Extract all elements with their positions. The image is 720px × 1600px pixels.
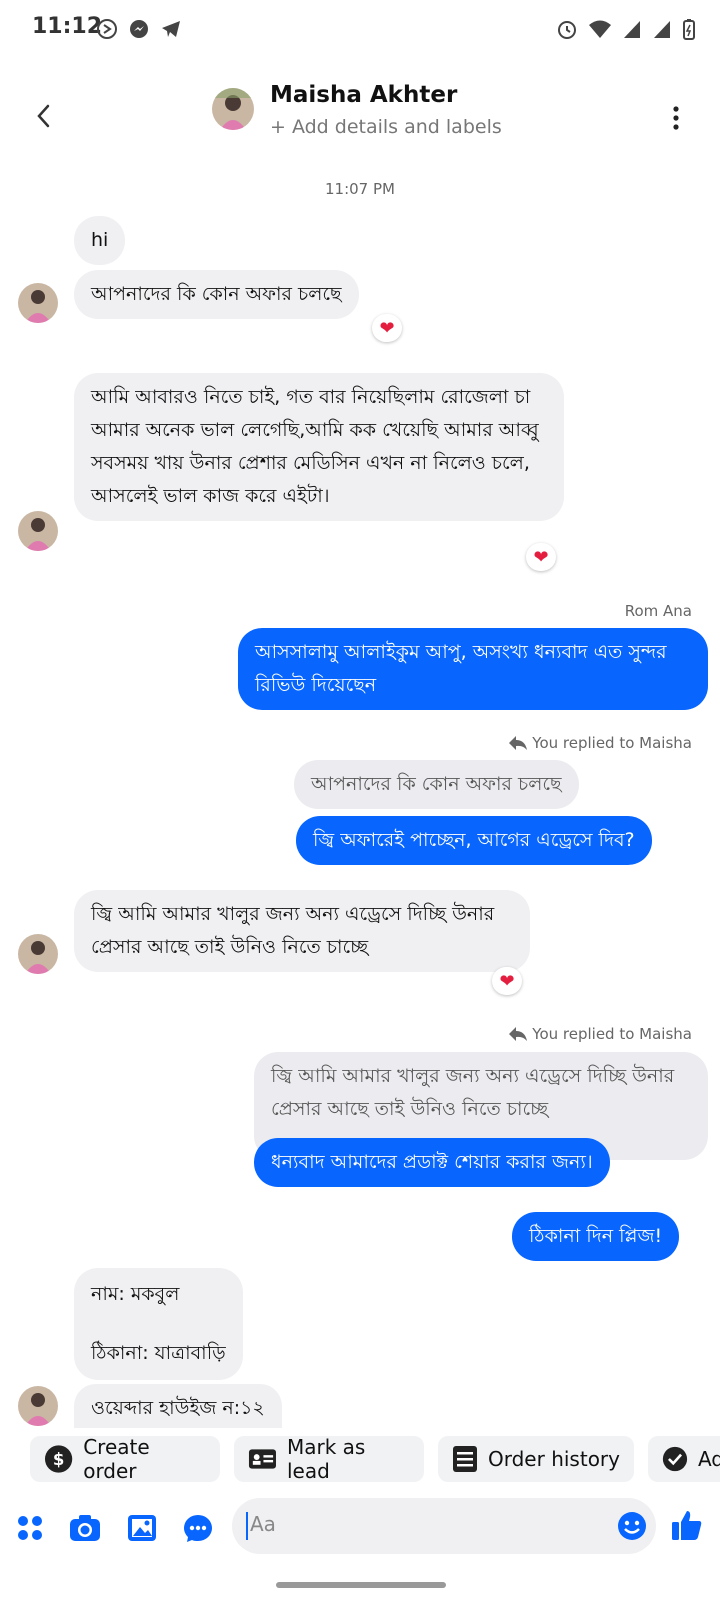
- mark-as-lead-chip[interactable]: Mark as lead: [234, 1435, 424, 1483]
- chevron-left-icon: [37, 104, 50, 128]
- chip-label: Create order: [83, 1435, 150, 1483]
- sync-icon: [97, 19, 117, 39]
- battery-icon: [683, 19, 695, 40]
- message-bubble-outgoing[interactable]: ঠিকানা দিন প্লিজ!: [512, 1212, 680, 1261]
- contact-avatar[interactable]: [212, 88, 254, 130]
- chip-label: Order history: [488, 1447, 620, 1471]
- chat-header: Maisha Akhter + Add details and labels: [0, 76, 720, 166]
- message-bubble-outgoing[interactable]: ধন্যবাদ আমাদের প্রডাক্ট শেয়ার করার জন্য…: [254, 1138, 610, 1187]
- heart-icon: ❤: [533, 546, 549, 568]
- thumbs-up-icon: [672, 1511, 702, 1540]
- quick-actions-bar: $ Create order Mark as lead Order histor…: [0, 1435, 720, 1488]
- camera-button[interactable]: [68, 1512, 100, 1544]
- address-name-line: নাম: মকবুল: [91, 1283, 180, 1305]
- order-history-chip[interactable]: Order history: [438, 1436, 634, 1482]
- reply-indicator: You replied to Maisha: [508, 1025, 692, 1043]
- back-button[interactable]: [24, 96, 64, 136]
- alarm-icon: [558, 21, 576, 39]
- svg-text:$: $: [53, 1450, 65, 1469]
- chip-label: Mark as lead: [286, 1435, 366, 1483]
- status-time: 11:12: [32, 14, 103, 39]
- signal-icon: [624, 21, 640, 38]
- notification-icons: [96, 18, 182, 40]
- check-circle-icon: [662, 1446, 688, 1472]
- message-bubble-outgoing[interactable]: আসসালামু আলাইকুম আপু, অসংখ্য ধন্যবাদ এত …: [238, 628, 708, 710]
- more-vertical-icon: [673, 106, 679, 130]
- dollar-icon: $: [44, 1445, 73, 1473]
- chip-label: Ad: [697, 1447, 720, 1471]
- reply-label: You replied to Maisha: [532, 734, 692, 752]
- emoji-button[interactable]: [616, 1510, 648, 1542]
- reply-icon: [509, 1027, 528, 1041]
- address-line: ঠিকানা: যাত্রাবাড়ি: [91, 1342, 226, 1364]
- image-icon: [128, 1515, 156, 1541]
- composer-bar: Aa: [0, 1498, 720, 1562]
- camera-icon: [70, 1515, 100, 1541]
- chat-bubble-icon: [184, 1515, 212, 1542]
- system-icons: [556, 18, 696, 40]
- message-bubble-incoming[interactable]: hi: [74, 216, 126, 265]
- message-timestamp: 11:07 PM: [325, 180, 395, 198]
- emoji-icon: [618, 1512, 646, 1540]
- message-bubble-incoming[interactable]: জ্বি আমি আমার খালুর জন্য অন্য এড্রেসে দি…: [74, 890, 530, 972]
- message-bubble-incoming[interactable]: নাম: মকবুল ঠিকানা: যাত্রাবাড়ি: [74, 1268, 243, 1380]
- home-indicator[interactable]: [276, 1582, 446, 1588]
- heart-reaction[interactable]: ❤: [526, 543, 556, 571]
- message-bubble-incoming[interactable]: আমি আবারও নিতে চাই, গত বার নিয়েছিলাম রো…: [74, 373, 564, 521]
- text-cursor: [246, 1512, 248, 1540]
- message-bubble-incoming[interactable]: ওয়েব্দার হাউইজ ন:১২: [74, 1384, 282, 1428]
- sender-avatar: [18, 934, 58, 974]
- messenger-icon: [130, 20, 148, 38]
- sender-avatar: [18, 1386, 58, 1426]
- message-bubble-outgoing[interactable]: জ্বি অফারেই পাচ্ছেন, আগের এড্রেসে দিব?: [296, 816, 652, 865]
- reply-indicator: You replied to Maisha: [508, 734, 692, 752]
- message-bubble-incoming[interactable]: আপনাদের কি কোন অফার চলছে: [74, 270, 359, 319]
- create-order-chip[interactable]: $ Create order: [30, 1435, 220, 1483]
- gallery-button[interactable]: [126, 1512, 158, 1544]
- add-details-link[interactable]: + Add details and labels: [270, 116, 502, 138]
- sender-avatar: [18, 283, 58, 323]
- message-input[interactable]: Aa: [232, 1498, 656, 1554]
- sender-label: Rom Ana: [624, 602, 692, 620]
- heart-reaction[interactable]: ❤: [372, 314, 402, 342]
- apps-button[interactable]: [14, 1512, 46, 1544]
- message-input-placeholder: Aa: [250, 1512, 276, 1536]
- like-button[interactable]: [670, 1508, 702, 1540]
- contact-card-icon: [248, 1449, 276, 1469]
- add-chip[interactable]: Ad: [648, 1436, 720, 1482]
- more-options-button[interactable]: [666, 98, 686, 138]
- wifi-icon: [589, 20, 611, 38]
- reply-icon: [509, 736, 528, 750]
- heart-icon: ❤: [379, 317, 395, 339]
- heart-icon: ❤: [499, 970, 515, 992]
- sender-avatar: [18, 511, 58, 551]
- list-icon: [453, 1446, 477, 1472]
- signal-icon-2: [654, 21, 670, 38]
- telegram-icon: [162, 21, 180, 37]
- contact-name[interactable]: Maisha Akhter: [270, 82, 457, 108]
- chat-bubble-button[interactable]: [182, 1512, 214, 1544]
- grid-icon: [18, 1516, 42, 1540]
- reply-label: You replied to Maisha: [532, 1025, 692, 1043]
- status-bar: 11:12: [0, 0, 720, 60]
- heart-reaction[interactable]: ❤: [492, 967, 522, 995]
- quoted-message[interactable]: আপনাদের কি কোন অফার চলছে: [294, 760, 579, 809]
